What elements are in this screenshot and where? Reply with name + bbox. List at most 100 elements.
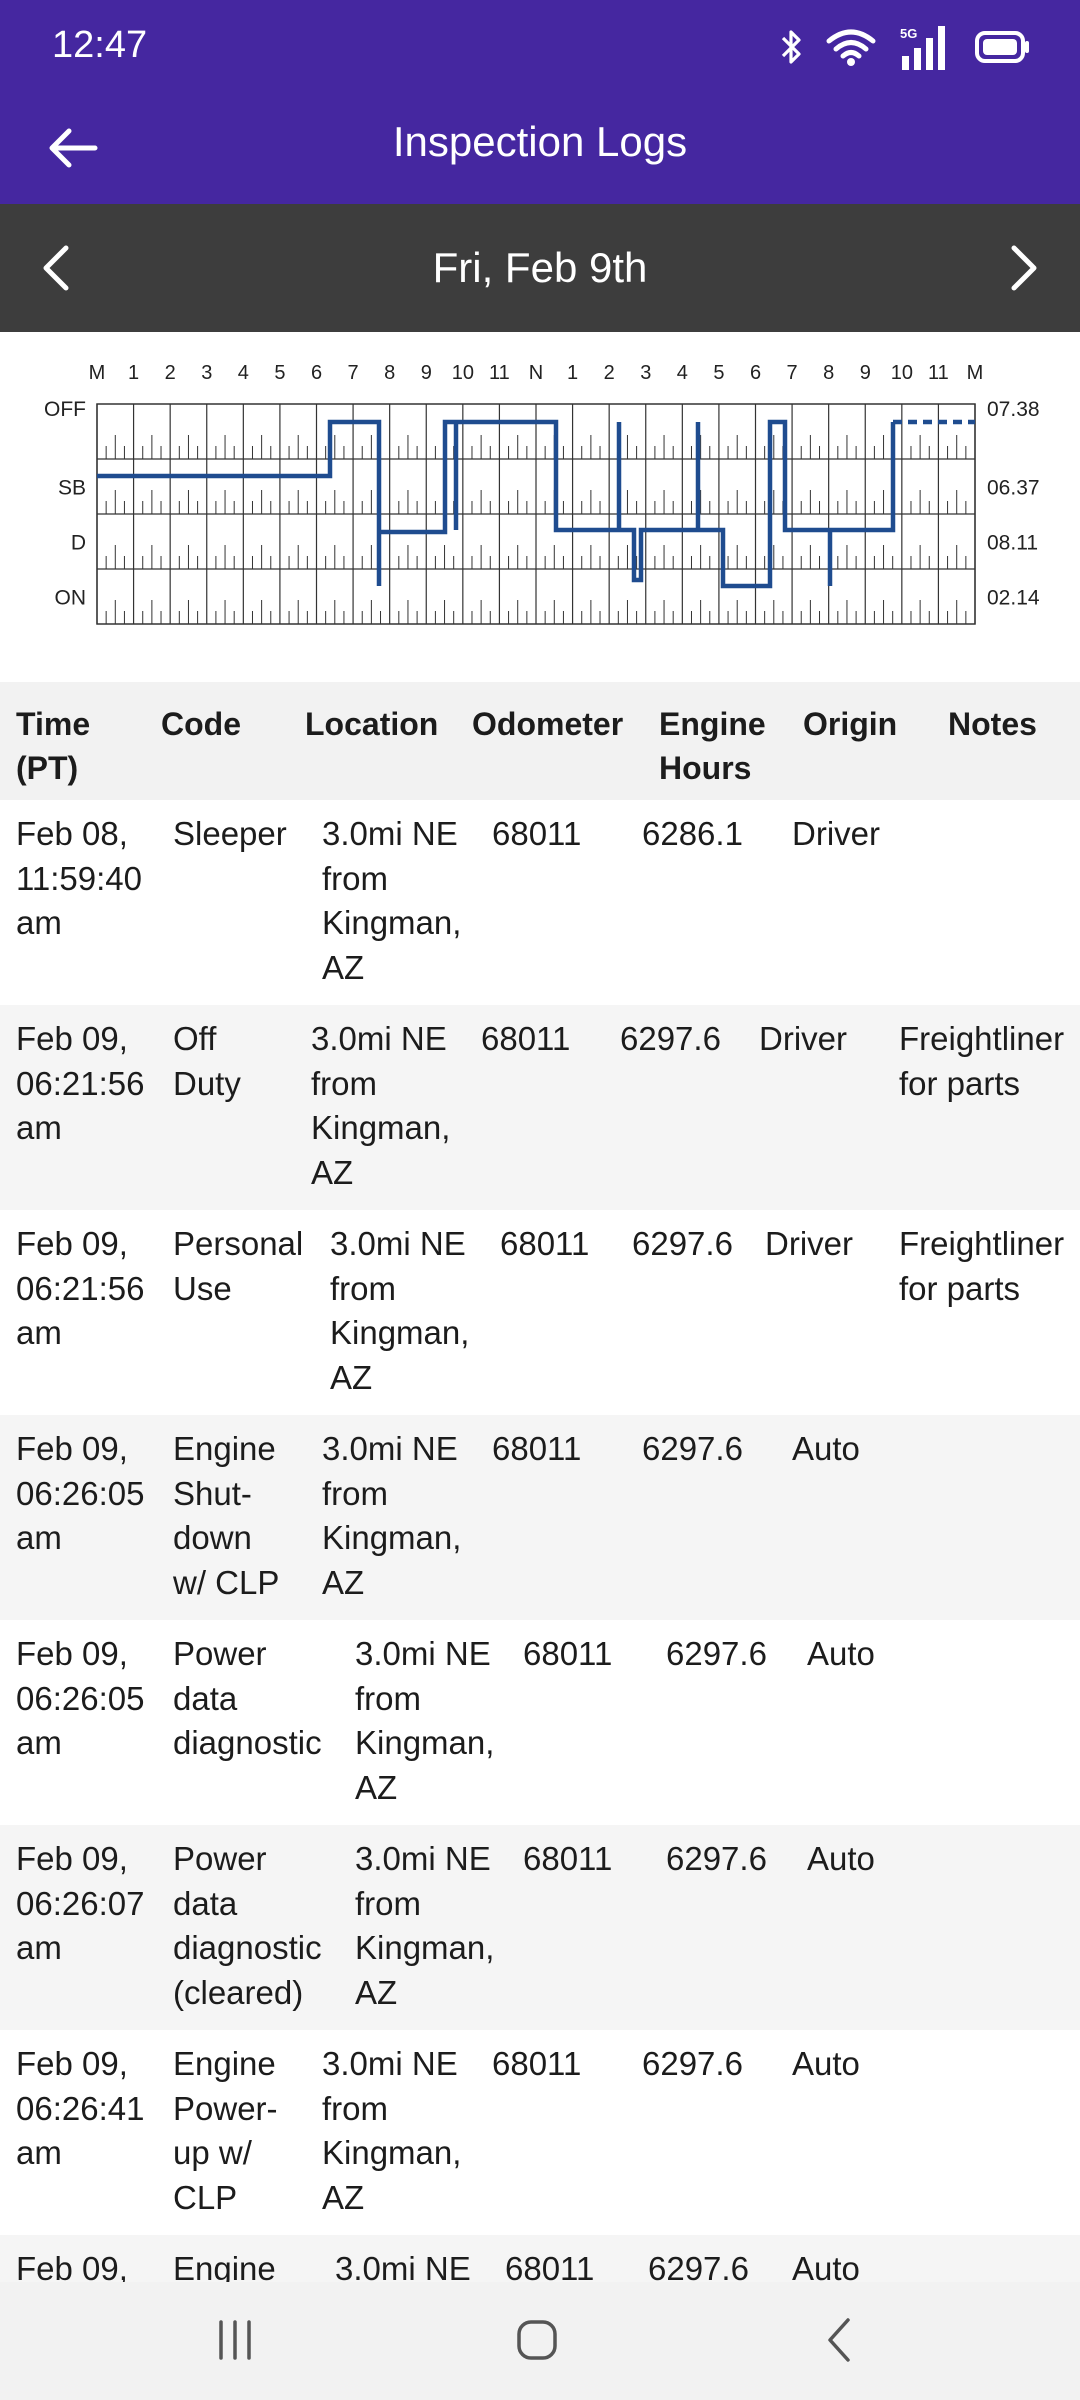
cell-location: 3.0mi NE from Kingman, AZ xyxy=(355,1840,495,2011)
cell-time: Feb 08, 11:59:40 am xyxy=(16,815,143,941)
header-code: Code xyxy=(161,706,241,742)
hour-label: 7 xyxy=(348,362,359,384)
hour-label: 2 xyxy=(604,362,615,384)
cell-engine-hours: 6286.1 xyxy=(642,815,743,852)
home-button[interactable] xyxy=(497,2310,577,2370)
cell-code: Power data diagnostic (cleared) xyxy=(173,1840,322,2011)
cell-code: Sleeper xyxy=(173,815,287,852)
cell-code: Personal Use xyxy=(173,1225,304,1307)
table-row[interactable]: Feb 09, 06:26:05 am Power data diagnosti… xyxy=(0,1620,1080,1825)
hour-label: 5 xyxy=(274,362,285,384)
cell-origin: Driver xyxy=(792,815,880,852)
cell-engine-hours: 6297.6 xyxy=(648,2250,749,2282)
cell-code: Engine xyxy=(173,2250,276,2282)
system-back-button[interactable] xyxy=(800,2310,880,2370)
hour-label: 4 xyxy=(238,362,249,384)
hour-label: 9 xyxy=(421,362,432,384)
cell-notes: Freightliner for parts xyxy=(899,1225,1065,1307)
cell-location: 3.0mi NE from Kingman, AZ xyxy=(322,815,462,986)
table-row[interactable]: Feb 09, 06:26:07 am Power data diagnosti… xyxy=(0,1825,1080,2030)
cell-engine-hours: 6297.6 xyxy=(666,1840,767,1877)
hour-label: N xyxy=(529,362,543,384)
header-origin: Origin xyxy=(803,706,898,742)
table-row[interactable]: Feb 08, 11:59:40 am Sleeper 3.0mi NE fro… xyxy=(0,800,1080,1005)
cell-time: Feb 09, 06:26:05 am xyxy=(16,1430,145,1556)
signal-icon: 5G xyxy=(900,26,945,70)
hour-label: 6 xyxy=(311,362,322,384)
status-total: 06.37 xyxy=(987,477,1040,500)
cell-origin: Auto xyxy=(807,1635,875,1672)
table-row[interactable]: Feb 09, 06:26:41 am Engine Power- up w/ … xyxy=(0,2030,1080,2235)
cell-location: 3.0mi NE from Kingman, AZ xyxy=(322,2045,462,2216)
system-nav-bar xyxy=(0,2282,1080,2400)
cell-code: Off Duty xyxy=(173,1020,241,1102)
cell-time: Feb 09, 06:21:56 am xyxy=(16,1020,145,1146)
hour-label: 8 xyxy=(384,362,395,384)
hour-label: 6 xyxy=(750,362,761,384)
battery-icon xyxy=(975,31,1029,63)
hour-label: 11 xyxy=(489,362,510,384)
network-type: 5G xyxy=(900,26,917,41)
wifi-icon xyxy=(826,29,876,66)
hour-label: 3 xyxy=(201,362,212,384)
cell-code: Power data diagnostic xyxy=(173,1635,322,1761)
log-table: Time (PT) Code Location Odometer Engine … xyxy=(0,682,1080,2282)
cell-location: 3.0mi NE from Kingman, AZ xyxy=(330,1225,470,1396)
hour-label: 10 xyxy=(891,362,913,384)
recent-apps-button[interactable] xyxy=(195,2310,275,2370)
hour-label: 4 xyxy=(677,362,688,384)
hour-label: 1 xyxy=(567,362,578,384)
hour-label: 8 xyxy=(823,362,834,384)
back-icon xyxy=(828,2318,850,2362)
duty-status-graph: M 1 2 3 4 5 6 7 8 9 10 11 N 1 2 3 4 5 6 7 8 9 10 11 M OFF SB D ON 07.… xyxy=(0,332,1080,682)
cell-time: Feb 09, 06:21:56 am xyxy=(16,1225,145,1351)
cell-odometer: 68011 xyxy=(492,1430,582,1467)
cell-origin: Auto xyxy=(792,2045,860,2082)
cell-origin: Driver xyxy=(765,1225,853,1262)
cell-odometer: 68011 xyxy=(523,1635,613,1672)
cell-odometer: 68011 xyxy=(492,815,582,852)
hour-label: M xyxy=(967,362,984,384)
status-total: 08.11 xyxy=(987,532,1038,555)
cell-code: Engine Power- up w/ CLP xyxy=(173,2045,278,2216)
cell-origin: Auto xyxy=(792,1430,860,1467)
chevron-right-icon xyxy=(1011,245,1037,291)
cell-engine-hours: 6297.6 xyxy=(666,1635,767,1672)
header-engine-hours: Engine Hours xyxy=(659,706,766,786)
cell-origin: Auto xyxy=(807,1840,875,1877)
hour-label: 1 xyxy=(128,362,139,384)
home-icon xyxy=(517,2320,557,2360)
status-total: 07.38 xyxy=(987,398,1040,421)
status-time: 12:47 xyxy=(52,24,148,66)
header-time: Time (PT) xyxy=(16,706,91,786)
current-date: Fri, Feb 9th xyxy=(432,244,648,291)
table-row[interactable]: Feb 09, Engine 3.0mi NE 68011 6297.6 Aut… xyxy=(0,2235,1080,2282)
cell-engine-hours: 6297.6 xyxy=(632,1225,733,1262)
hour-label: 2 xyxy=(165,362,176,384)
table-row[interactable]: Feb 09, 06:26:05 am Engine Shut- down w/… xyxy=(0,1415,1080,1620)
recent-apps-icon xyxy=(219,2320,251,2360)
cell-time: Feb 09, xyxy=(16,2250,128,2282)
bluetooth-icon xyxy=(781,30,801,64)
next-day-button[interactable] xyxy=(992,234,1056,302)
status-bar: 12:47 5G xyxy=(0,0,1080,92)
hour-label: 5 xyxy=(713,362,724,384)
app-bar: Inspection Logs xyxy=(0,92,1080,204)
cell-location: 3.0mi NE from Kingman, AZ xyxy=(311,1020,451,1191)
header-notes: Notes xyxy=(948,706,1037,742)
status-label: OFF xyxy=(44,398,86,421)
header-odometer: Odometer xyxy=(472,706,624,742)
table-row[interactable]: Feb 09, 06:21:56 am Personal Use 3.0mi N… xyxy=(0,1210,1080,1415)
date-navigation: Fri, Feb 9th xyxy=(0,204,1080,332)
cell-engine-hours: 6297.6 xyxy=(620,1020,721,1057)
hour-label: 11 xyxy=(928,362,949,384)
cell-time: Feb 09, 06:26:41 am xyxy=(16,2045,145,2171)
hour-label: 7 xyxy=(787,362,798,384)
cell-engine-hours: 6297.6 xyxy=(642,2045,743,2082)
cell-odometer: 68011 xyxy=(500,1225,590,1262)
table-row[interactable]: Feb 09, 06:21:56 am Off Duty 3.0mi NE fr… xyxy=(0,1005,1080,1210)
page-title: Inspection Logs xyxy=(392,118,688,165)
cell-engine-hours: 6297.6 xyxy=(642,1430,743,1467)
cell-origin: Driver xyxy=(759,1020,847,1057)
cell-odometer: 68011 xyxy=(481,1020,571,1057)
